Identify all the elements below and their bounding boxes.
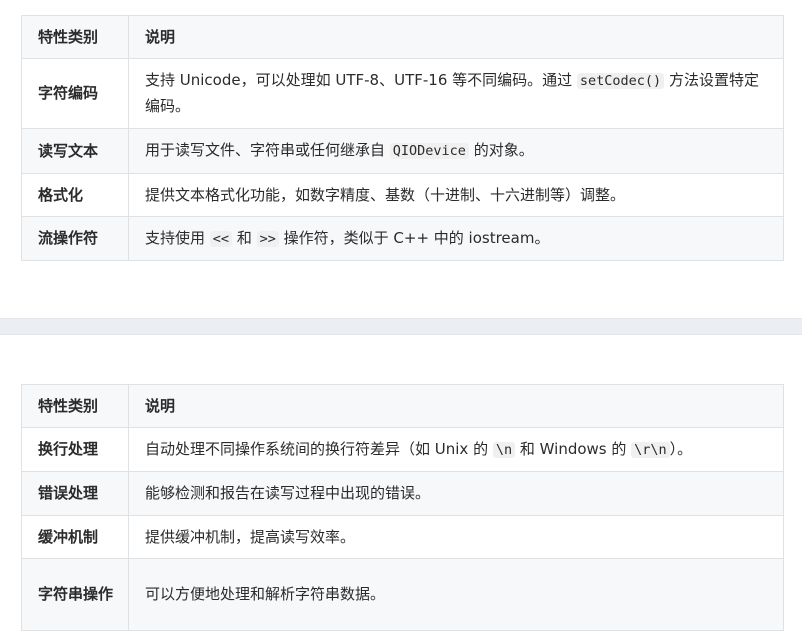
inline-code: \r\n — [631, 441, 670, 458]
header-category: 特性类别 — [21, 384, 129, 428]
feature-table-2: 特性类别 说明 换行处理 自动处理不同操作系统间的换行符差异（如 Unix 的 … — [21, 384, 784, 631]
table-row: 缓冲机制 提供缓冲机制，提高读写效率。 — [21, 515, 784, 559]
description-text: 能够检测和报告在读写过程中出现的错误。 — [145, 484, 431, 502]
table-1-container: 特性类别 说明 字符编码 支持 Unicode，可以处理如 UTF-8、UTF-… — [21, 15, 784, 261]
header-category: 特性类别 — [21, 15, 129, 59]
row-description: 能够检测和报告在读写过程中出现的错误。 — [128, 471, 784, 516]
description-text: 支持 Unicode，可以处理如 UTF-8、UTF-16 等不同编码。通过 — [145, 71, 577, 89]
inline-code: >> — [256, 230, 279, 247]
header-description: 说明 — [128, 384, 784, 428]
inline-code: setCodec() — [576, 73, 665, 89]
table-row: 字符串操作 可以方便地处理和解析字符串数据。 — [21, 558, 784, 631]
row-description: 提供文本格式化功能，如数字精度、基数（十进制、十六进制等）调整。 — [128, 173, 784, 217]
description-text: 可以方便地处理和解析字符串数据。 — [145, 585, 386, 603]
description-text: 和 Windows 的 — [515, 439, 632, 458]
row-category: 字符编码 — [21, 58, 129, 129]
row-description: 支持使用 << 和 >> 操作符，类似于 C++ 中的 iostream。 — [128, 216, 784, 261]
description-text: ）。 — [669, 439, 693, 458]
row-category: 缓冲机制 — [21, 515, 129, 559]
table-row: 流操作符 支持使用 << 和 >> 操作符，类似于 C++ 中的 iostrea… — [21, 216, 784, 261]
description-text: 自动处理不同操作系统间的换行符差异（如 Unix 的 — [145, 439, 493, 458]
row-category: 格式化 — [21, 173, 129, 217]
description-text: 操作符，类似于 C++ 中的 iostream。 — [278, 228, 550, 247]
row-category: 换行处理 — [21, 427, 129, 472]
description-text: 和 — [232, 228, 257, 247]
header-description: 说明 — [128, 15, 784, 59]
table-row: 读写文本 用于读写文件、字符串或任何继承自 QIODevice 的对象。 — [21, 128, 784, 174]
row-description: 支持 Unicode，可以处理如 UTF-8、UTF-16 等不同编码。通过 s… — [128, 58, 784, 129]
row-description: 提供缓冲机制，提高读写效率。 — [128, 515, 784, 559]
table-2-container: 特性类别 说明 换行处理 自动处理不同操作系统间的换行符差异（如 Unix 的 … — [21, 384, 784, 631]
table-row: 换行处理 自动处理不同操作系统间的换行符差异（如 Unix 的 \n 和 Win… — [21, 427, 784, 472]
table-header-row: 特性类别 说明 — [21, 15, 784, 59]
description-text: 支持使用 — [145, 228, 210, 247]
table-row: 错误处理 能够检测和报告在读写过程中出现的错误。 — [21, 471, 784, 516]
table-row: 字符编码 支持 Unicode，可以处理如 UTF-8、UTF-16 等不同编码… — [21, 58, 784, 129]
section-divider — [0, 318, 802, 335]
inline-code: QIODevice — [389, 143, 469, 159]
description-text: 提供文本格式化功能，如数字精度、基数（十进制、十六进制等）调整。 — [145, 185, 626, 204]
row-category: 字符串操作 — [21, 558, 129, 631]
row-description: 自动处理不同操作系统间的换行符差异（如 Unix 的 \n 和 Windows … — [128, 427, 784, 472]
inline-code: \n — [492, 441, 516, 458]
feature-table-1: 特性类别 说明 字符编码 支持 Unicode，可以处理如 UTF-8、UTF-… — [21, 15, 784, 261]
table-header-row: 特性类别 说明 — [21, 384, 784, 428]
description-text: 提供缓冲机制，提高读写效率。 — [145, 527, 356, 546]
row-category: 错误处理 — [21, 471, 129, 516]
row-description: 用于读写文件、字符串或任何继承自 QIODevice 的对象。 — [128, 128, 784, 174]
row-category: 流操作符 — [21, 216, 129, 261]
table-row: 格式化 提供文本格式化功能，如数字精度、基数（十进制、十六进制等）调整。 — [21, 173, 784, 217]
description-text: 的对象。 — [468, 141, 534, 159]
row-category: 读写文本 — [21, 128, 129, 174]
inline-code: << — [209, 230, 233, 247]
row-description: 可以方便地处理和解析字符串数据。 — [128, 558, 784, 631]
description-text: 用于读写文件、字符串或任何继承自 — [145, 141, 390, 159]
